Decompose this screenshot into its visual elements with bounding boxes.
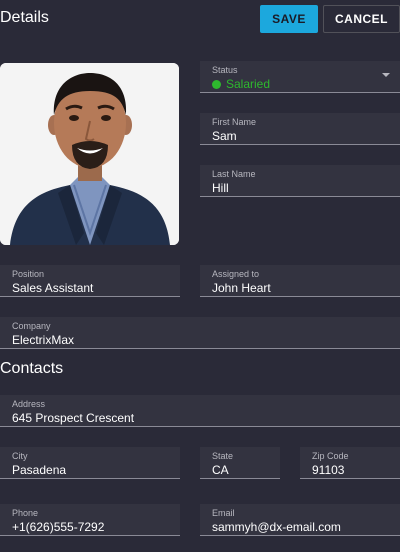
position-label: Position <box>12 269 45 279</box>
email-label: Email <box>212 508 235 518</box>
status-label: Status <box>212 65 238 75</box>
position-field[interactable]: Position Sales Assistant <box>0 265 180 297</box>
phone-value: +1(626)555-7292 <box>12 520 105 534</box>
zip-code-value: 91103 <box>312 463 345 477</box>
city-field[interactable]: City Pasadena <box>0 447 180 479</box>
status-dot-icon <box>212 80 221 89</box>
save-button[interactable]: SAVE <box>260 5 318 33</box>
zip-code-label: Zip Code <box>312 451 349 461</box>
last-name-label: Last Name <box>212 169 256 179</box>
phone-label: Phone <box>12 508 39 518</box>
city-value: Pasadena <box>12 463 67 477</box>
company-field[interactable]: Company ElectrixMax <box>0 317 400 349</box>
address-field[interactable]: Address 645 Prospect Crescent <box>0 395 400 427</box>
city-label: City <box>12 451 28 461</box>
status-select[interactable]: Status Salaried <box>200 61 400 93</box>
last-name-field[interactable]: Last Name Hill <box>200 165 400 197</box>
first-name-field[interactable]: First Name Sam <box>200 113 400 145</box>
address-label: Address <box>12 399 46 409</box>
phone-field[interactable]: Phone +1(626)555-7292 <box>0 504 180 536</box>
state-field[interactable]: State CA <box>200 447 280 479</box>
company-label: Company <box>12 321 51 331</box>
last-name-value: Hill <box>212 181 229 195</box>
email-field[interactable]: Email sammyh@dx-email.com <box>200 504 400 536</box>
contacts-heading: Contacts <box>0 360 64 377</box>
page-title: Details <box>0 9 49 26</box>
status-value: Salaried <box>226 77 271 91</box>
state-value: CA <box>212 463 229 477</box>
avatar-illustration <box>0 63 179 245</box>
company-value: ElectrixMax <box>12 333 75 347</box>
email-value: sammyh@dx-email.com <box>212 520 341 534</box>
position-value: Sales Assistant <box>12 281 94 295</box>
zip-code-field[interactable]: Zip Code 91103 <box>300 447 400 479</box>
cancel-button[interactable]: CANCEL <box>323 5 400 33</box>
assigned-to-label: Assigned to <box>212 269 260 279</box>
assigned-to-value: John Heart <box>212 281 271 295</box>
first-name-label: First Name <box>212 117 257 127</box>
profile-photo <box>0 63 179 245</box>
state-label: State <box>212 451 234 461</box>
address-value: 645 Prospect Crescent <box>12 411 135 425</box>
first-name-value: Sam <box>212 129 237 143</box>
assigned-to-field[interactable]: Assigned to John Heart <box>200 265 400 297</box>
chevron-down-icon[interactable] <box>382 73 390 77</box>
